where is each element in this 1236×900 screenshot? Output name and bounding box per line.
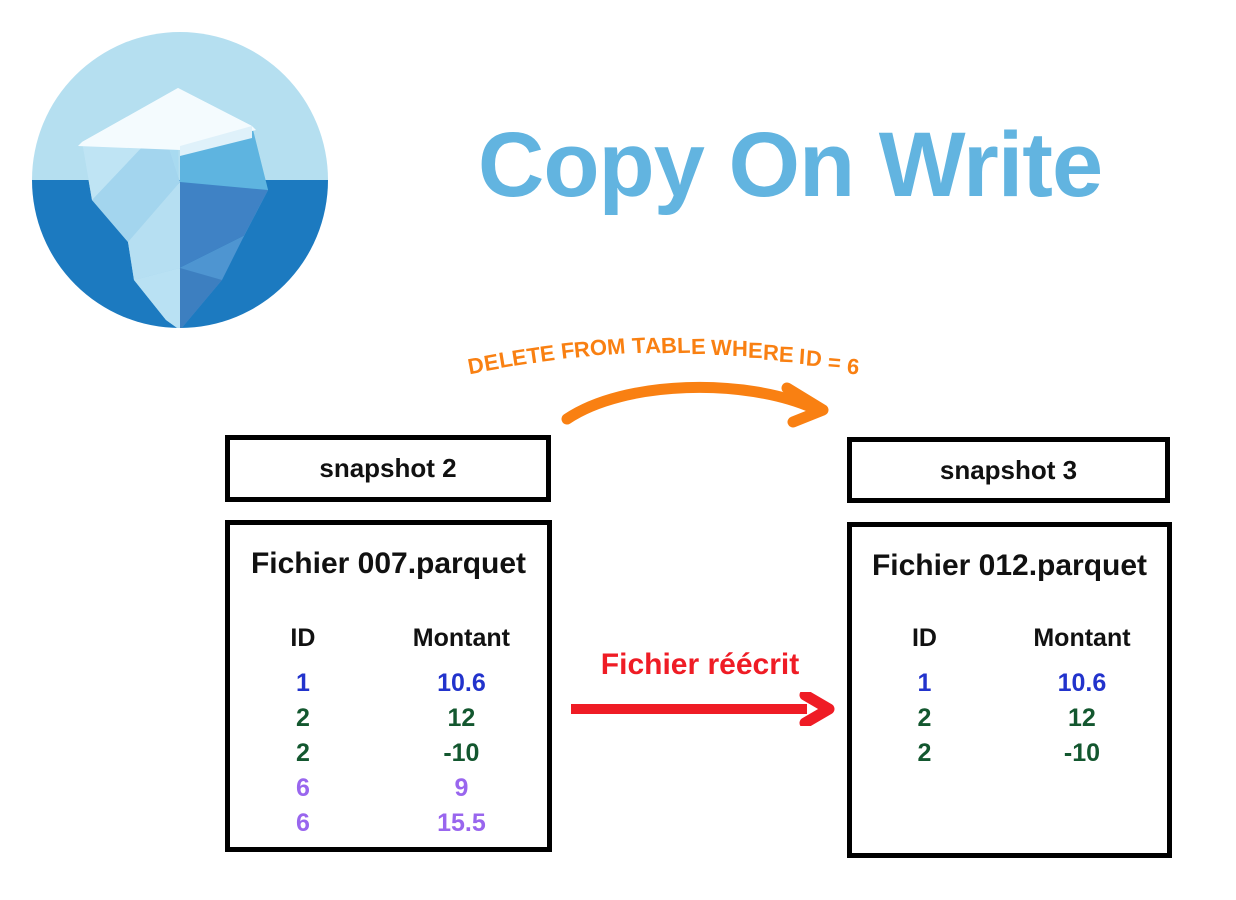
column-header: ID	[911, 624, 937, 652]
cell-id: 2	[917, 704, 932, 732]
column-header: ID	[290, 624, 316, 652]
sql-annotation-char: E	[538, 339, 557, 367]
diagram-canvas: Copy On Write DELETE FROM TABLE WHERE ID…	[0, 0, 1236, 900]
cell-montant: 12	[1068, 704, 1096, 732]
table-row: 2 12	[852, 701, 1167, 736]
file-box-right[interactable]: Fichier 012.parquet ID Montant 1 10.6 2 12 2 -1…	[847, 522, 1172, 858]
sql-annotation-char	[625, 334, 633, 360]
sql-annotation-char	[705, 334, 711, 360]
sql-annotation-char	[820, 348, 828, 374]
file-box-left[interactable]: Fichier 007.parquet ID Montant 1 10.6 2 12 2 -1…	[225, 520, 552, 852]
sql-annotation-char	[793, 343, 801, 369]
sql-annotation-char: E	[510, 343, 529, 371]
table-row: 2 -10	[230, 736, 547, 771]
column-header: Montant	[1033, 624, 1131, 652]
apache-iceberg-logo	[30, 30, 330, 330]
cell-id: 2	[295, 704, 310, 732]
sql-annotation-char: 6	[845, 353, 861, 380]
sql-annotation-char: B	[660, 332, 678, 359]
sql-annotation-char: W	[711, 334, 733, 360]
iceberg-logo-svg	[32, 32, 328, 328]
sql-annotation-char: D	[465, 351, 486, 380]
cell-id: 6	[295, 809, 310, 837]
cell-id: 1	[295, 669, 310, 697]
page-title: Copy On Write	[477, 114, 1103, 216]
cell-montant: 10.6	[437, 669, 486, 697]
sql-annotation-char: E	[778, 341, 794, 367]
cell-id: 6	[295, 774, 310, 802]
table-header-row: ID Montant	[230, 621, 547, 666]
sql-annotation-char: E	[747, 337, 764, 364]
cell-id: 2	[295, 739, 310, 767]
sql-annotation-char: R	[573, 336, 592, 363]
snapshot-box-left[interactable]: snapshot 2	[225, 435, 551, 502]
sql-annotation-char: H	[731, 336, 749, 362]
file-title-left: Fichier 007.parquet	[250, 547, 527, 580]
curved-arrow-svg	[561, 381, 829, 428]
sql-annotation-char: L	[496, 346, 514, 374]
cell-montant: 12	[447, 704, 476, 732]
table-header-row: ID Montant	[852, 621, 1167, 666]
curved-arrow-delete-icon	[555, 372, 845, 430]
snapshot-label-right: snapshot 3	[939, 454, 1078, 485]
table-row: 1 10.6	[230, 666, 547, 701]
straight-arrow-rewrite-icon	[565, 689, 837, 729]
snapshot-box-right[interactable]: snapshot 3	[847, 437, 1170, 503]
table-row: 1 10.6	[852, 666, 1167, 701]
sql-annotation-char: L	[676, 333, 691, 359]
file-title-right: Fichier 012.parquet	[871, 549, 1148, 582]
cell-id: 1	[917, 669, 932, 697]
sql-annotation-char: T	[631, 332, 647, 359]
data-grid-right: ID Montant 1 10.6 2 12 2 -10	[852, 621, 1167, 771]
sql-annotation-char: R	[762, 339, 780, 365]
cell-montant: 9	[454, 774, 469, 802]
sql-annotation-char: I	[798, 343, 807, 370]
sql-annotation-char: E	[481, 349, 501, 377]
cell-id: 2	[917, 739, 932, 767]
rewrite-label: Fichier réécrit	[600, 648, 800, 681]
cell-montant: 10.6	[1057, 669, 1107, 697]
sql-annotation-char: A	[644, 332, 662, 359]
table-row: 6 15.5	[230, 806, 547, 841]
red-arrow-svg	[571, 689, 835, 729]
sql-annotation-char: D	[804, 345, 823, 372]
sql-annotation-char	[553, 339, 562, 366]
sql-annotation-char: M	[606, 333, 627, 360]
table-row: 69	[230, 771, 547, 806]
sql-delete-annotation: DELETE FROM TABLE WHERE ID = 6	[466, 330, 968, 380]
snapshot-label-left: snapshot 2	[319, 453, 457, 483]
table-row: 2 -10	[852, 736, 1167, 771]
table-row: 2 12	[230, 701, 547, 736]
sql-annotation-char: O	[589, 334, 609, 362]
cell-montant: 15.5	[437, 809, 486, 837]
sql-annotation-char: T	[524, 341, 542, 369]
column-header: Montant	[412, 624, 510, 652]
cell-montant: -10	[1063, 739, 1101, 767]
data-grid-left: ID Montant 1 10.6 2 12 2 -10 6 9 6 15.5	[230, 621, 547, 841]
cell-montant: -10	[443, 739, 480, 767]
sql-annotation-char: E	[690, 333, 706, 359]
sql-annotation-char: F	[559, 337, 576, 364]
